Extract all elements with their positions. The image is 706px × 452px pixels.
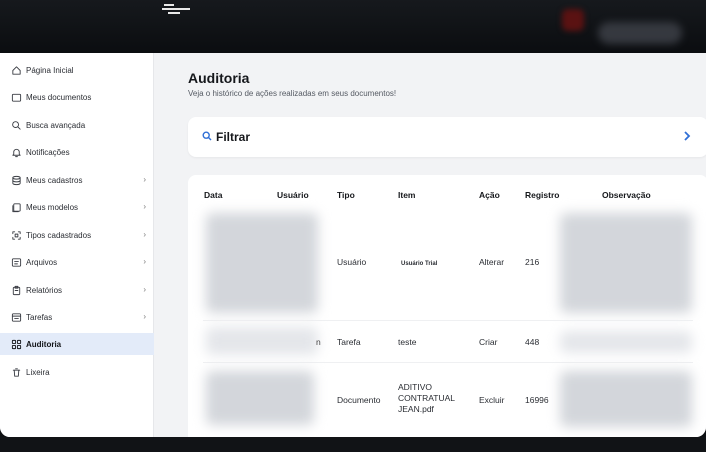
grid-icon — [11, 339, 22, 350]
sidebar-item-label: Meus modelos — [26, 202, 79, 212]
chevron-right-icon[interactable]: › — [143, 202, 146, 211]
cell-usuario-partial: n — [316, 337, 321, 347]
chevron-right-icon[interactable]: › — [143, 285, 146, 294]
bell-icon — [11, 147, 22, 158]
cell-registro: 216 — [525, 257, 540, 267]
sidebar-item-label: Meus cadastros — [26, 175, 83, 185]
search-icon — [202, 131, 212, 141]
col-header-usuario[interactable]: Usuário — [277, 190, 309, 200]
sidebar-item-relatorios[interactable]: Relatórios › — [0, 279, 154, 301]
cell-acao: Criar — [479, 337, 498, 347]
sidebar-item-label: Busca avançada — [26, 120, 86, 130]
sidebar-item-meus-modelos[interactable]: Meus modelos › — [0, 196, 154, 218]
redacted-cell — [206, 327, 318, 355]
sidebar-item-arquivos[interactable]: Arquivos › — [0, 251, 154, 273]
redacted-cell — [560, 213, 692, 313]
row-divider — [203, 362, 693, 363]
sidebar-item-label: Notificações — [26, 147, 70, 157]
cell-item: Usuário Trial — [401, 261, 438, 267]
sidebar-item-label: Tarefas — [26, 312, 53, 322]
sidebar-item-label: Tipos cadastrados — [26, 230, 92, 240]
sidebar-item-meus-documentos[interactable]: Meus documentos — [0, 86, 154, 108]
page-subtitle: Veja o histórico de ações realizadas em … — [188, 89, 397, 98]
cell-item: teste — [398, 337, 417, 347]
sidebar: Página Inicial Meus documentos Busca avanç… — [0, 53, 154, 437]
redacted-cell — [560, 371, 692, 427]
redacted-cell — [206, 213, 318, 313]
sidebar-item-notificacoes[interactable]: Notificações — [0, 141, 154, 163]
col-header-registro[interactable]: Registro — [525, 190, 559, 200]
main-content: Auditoria Veja o histórico de ações real… — [155, 53, 706, 437]
cell-tipo: Tarefa — [337, 337, 361, 347]
app-root: Página Inicial Meus documentos Busca avanç… — [0, 0, 706, 452]
sidebar-item-label: Relatórios — [26, 285, 63, 295]
sidebar-item-label: Auditoria — [26, 339, 62, 349]
cell-tipo: Documento — [337, 395, 381, 405]
cell-registro: 16996 — [525, 395, 549, 405]
tasks-icon — [11, 312, 22, 323]
sidebar-item-label: Meus documentos — [26, 92, 92, 102]
bottom-edge — [0, 437, 706, 452]
chevron-right-icon[interactable]: › — [143, 175, 146, 184]
top-bar — [0, 0, 706, 53]
col-header-data[interactable]: Data — [204, 190, 222, 200]
user-menu[interactable] — [598, 22, 682, 44]
sidebar-item-lixeira[interactable]: Lixeira — [0, 361, 154, 383]
audit-table: Data Usuário Tipo Item Ação Registro Obs… — [188, 175, 706, 437]
col-header-tipo[interactable]: Tipo — [337, 190, 355, 200]
cell-tipo: Usuário — [337, 257, 367, 267]
col-header-observacao[interactable]: Observação — [602, 190, 651, 200]
scan-icon — [11, 230, 22, 241]
row-divider — [203, 320, 693, 321]
clipboard-icon — [11, 285, 22, 296]
notification-badge[interactable] — [562, 9, 584, 31]
sidebar-item-busca-avancada[interactable]: Busca avançada — [0, 114, 154, 136]
redacted-cell — [206, 371, 314, 425]
trash-icon — [11, 367, 22, 378]
home-icon — [11, 65, 22, 76]
col-header-item[interactable]: Item — [398, 190, 415, 200]
copy-icon — [11, 202, 22, 213]
database-icon — [11, 175, 22, 186]
search-icon — [11, 120, 22, 131]
redacted-cell — [560, 331, 692, 353]
sidebar-item-tipos-cadastrados[interactable]: Tipos cadastrados › — [0, 224, 154, 246]
main-window: Página Inicial Meus documentos Busca avanç… — [0, 53, 706, 437]
folder-icon — [11, 92, 22, 103]
chevron-right-icon[interactable]: › — [143, 312, 146, 321]
chevron-right-icon[interactable]: › — [143, 230, 146, 239]
filter-label: Filtrar — [216, 130, 251, 144]
sidebar-item-pagina-inicial[interactable]: Página Inicial — [0, 59, 154, 81]
cell-acao: Alterar — [479, 257, 505, 267]
sidebar-item-auditoria[interactable]: Auditoria — [0, 333, 154, 355]
cell-item: ADITIVO CONTRATUAL JEAN.pdf — [398, 382, 455, 414]
filter-bar[interactable]: Filtrar — [188, 117, 706, 157]
cell-acao: Excluir — [479, 395, 505, 405]
sidebar-item-label: Lixeira — [26, 367, 50, 377]
page-title: Auditoria — [188, 70, 250, 86]
chevron-right-icon[interactable] — [682, 130, 692, 142]
sidebar-item-meus-cadastros[interactable]: Meus cadastros › — [0, 169, 154, 191]
archive-icon — [11, 257, 22, 268]
logo[interactable] — [160, 3, 194, 15]
cell-registro: 448 — [525, 337, 540, 347]
col-header-acao[interactable]: Ação — [479, 190, 500, 200]
sidebar-item-label: Arquivos — [26, 257, 58, 267]
sidebar-item-tarefas[interactable]: Tarefas › — [0, 306, 154, 328]
chevron-right-icon[interactable]: › — [143, 257, 146, 266]
sidebar-item-label: Página Inicial — [26, 65, 74, 75]
